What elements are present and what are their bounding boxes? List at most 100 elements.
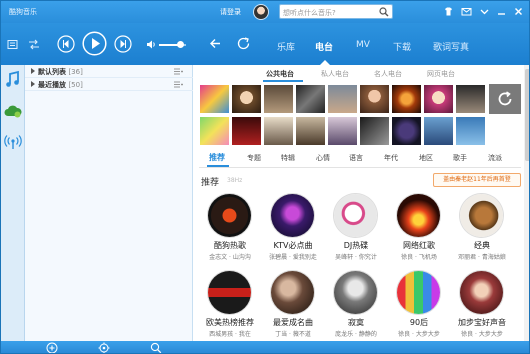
menu-icon[interactable] bbox=[479, 6, 490, 17]
category-artist[interactable]: 歌手 bbox=[453, 153, 467, 163]
cover-thumbnail[interactable] bbox=[391, 84, 422, 114]
category-recommended[interactable]: 推荐 bbox=[209, 152, 225, 163]
category-region[interactable]: 地区 bbox=[419, 153, 433, 163]
category-topics[interactable]: 专题 bbox=[247, 153, 261, 163]
station-cover[interactable] bbox=[460, 271, 503, 314]
cover-thumbnail[interactable] bbox=[295, 116, 326, 146]
station-cover[interactable] bbox=[334, 194, 377, 237]
promo-button[interactable]: 盖由秦老赵11年后再首登 bbox=[433, 173, 521, 187]
playlist-item[interactable]: 默认列表 [36] bbox=[25, 65, 193, 78]
music-note-icon[interactable] bbox=[1, 69, 25, 91]
tab-lyrics-photo[interactable]: 歌词写真 bbox=[433, 40, 469, 53]
volume-handle[interactable] bbox=[177, 41, 185, 48]
cover-thumbnail[interactable] bbox=[199, 116, 230, 146]
play-mode-icon[interactable] bbox=[28, 39, 40, 50]
list-menu-icon[interactable] bbox=[174, 68, 183, 75]
search-icon[interactable] bbox=[379, 7, 389, 17]
volume-icon[interactable] bbox=[146, 39, 157, 50]
subtab-web-radio[interactable]: 网页电台 bbox=[427, 69, 455, 79]
mail-icon[interactable] bbox=[461, 6, 472, 17]
station-name[interactable]: DJ热碟 bbox=[325, 240, 387, 251]
cloud-icon[interactable] bbox=[1, 101, 25, 123]
station-name[interactable]: KTV必点曲 bbox=[262, 240, 324, 251]
cover-thumbnail[interactable] bbox=[423, 84, 454, 114]
login-link[interactable]: 请登录 bbox=[220, 7, 241, 17]
station-card[interactable]: 欧美热榜推荐 西城男孩 · 我在 bbox=[199, 271, 261, 341]
tab-radio[interactable]: 电台 bbox=[315, 40, 333, 53]
station-name[interactable]: 经典 bbox=[451, 240, 513, 251]
cover-thumbnail[interactable] bbox=[199, 84, 230, 114]
radio-broadcast-icon[interactable] bbox=[1, 131, 25, 153]
station-name[interactable]: 最爱成名曲 bbox=[262, 317, 324, 328]
subtab-private-radio[interactable]: 私人电台 bbox=[321, 69, 349, 79]
cover-thumbnail[interactable] bbox=[455, 116, 486, 146]
station-card[interactable]: DJ热碟 吴峰轩 · 你究计 bbox=[325, 194, 387, 274]
station-cover[interactable] bbox=[334, 271, 377, 314]
cover-thumbnail[interactable] bbox=[327, 84, 358, 114]
subtab-celebrity-radio[interactable]: 名人电台 bbox=[374, 69, 402, 79]
station-card[interactable]: 网络红歌 徐良 · 飞机场 bbox=[388, 194, 450, 274]
cover-thumbnail[interactable] bbox=[359, 84, 390, 114]
expand-arrow-icon[interactable] bbox=[31, 81, 35, 87]
search-input[interactable]: 想听点什么音乐? bbox=[283, 8, 373, 18]
cover-thumbnail[interactable] bbox=[391, 116, 422, 146]
station-name[interactable]: 90后 bbox=[388, 317, 450, 328]
station-card[interactable]: KTV必点曲 张碧晨 · 爱我别走 bbox=[262, 194, 324, 274]
back-arrow-icon[interactable] bbox=[209, 37, 222, 50]
list-menu-icon[interactable] bbox=[174, 81, 183, 88]
station-card[interactable]: 加步宝好声音 徐良 · 大步大步 bbox=[451, 271, 513, 341]
station-cover[interactable] bbox=[460, 194, 503, 237]
station-cover[interactable] bbox=[208, 271, 251, 314]
minimize-icon[interactable] bbox=[496, 6, 507, 17]
previous-button[interactable] bbox=[57, 35, 75, 53]
station-cover[interactable] bbox=[271, 271, 314, 314]
next-button[interactable] bbox=[114, 35, 132, 53]
subtab-public-radio[interactable]: 公共电台 bbox=[266, 69, 294, 79]
station-cover[interactable] bbox=[208, 194, 251, 237]
cover-thumbnail[interactable] bbox=[263, 84, 294, 114]
cover-thumbnail[interactable] bbox=[231, 116, 262, 146]
station-card[interactable]: 最爱成名曲 丁当 · 薇不道 bbox=[262, 271, 324, 341]
station-cover[interactable] bbox=[397, 194, 440, 237]
tab-library[interactable]: 乐库 bbox=[277, 40, 295, 53]
station-name[interactable]: 网络红歌 bbox=[388, 240, 450, 251]
tab-mv[interactable]: MV bbox=[356, 40, 370, 50]
search-box[interactable]: 想听点什么音乐? bbox=[279, 4, 393, 19]
cover-thumbnail[interactable] bbox=[295, 84, 326, 114]
cover-thumbnail[interactable] bbox=[423, 116, 454, 146]
station-name[interactable]: 加步宝好声音 bbox=[451, 317, 513, 328]
category-genre[interactable]: 流派 bbox=[488, 153, 502, 163]
search-icon[interactable] bbox=[150, 342, 162, 354]
expand-arrow-icon[interactable] bbox=[31, 68, 35, 74]
cover-thumbnail[interactable] bbox=[231, 84, 262, 114]
cover-thumbnail[interactable] bbox=[263, 116, 294, 146]
playlist-item[interactable]: 最近播放 [50] bbox=[25, 78, 193, 91]
station-name[interactable]: 寂寞 bbox=[325, 317, 387, 328]
station-card[interactable]: 90后 徐良 · 大步大步 bbox=[388, 271, 450, 341]
category-specials[interactable]: 特辑 bbox=[281, 153, 295, 163]
station-cover[interactable] bbox=[271, 194, 314, 237]
close-icon[interactable] bbox=[513, 6, 524, 17]
category-language[interactable]: 语言 bbox=[349, 153, 363, 163]
station-name[interactable]: 欧美热榜推荐 bbox=[199, 317, 261, 328]
cover-thumbnail[interactable] bbox=[455, 84, 486, 114]
tab-download[interactable]: 下载 bbox=[393, 40, 411, 53]
station-card[interactable]: 经典 邓丽君 · 青海姑娘 bbox=[451, 194, 513, 274]
scrollbar-thumb[interactable] bbox=[525, 69, 529, 161]
avatar[interactable] bbox=[253, 4, 269, 20]
skin-icon[interactable] bbox=[443, 6, 454, 17]
play-button[interactable] bbox=[82, 31, 107, 56]
station-cover[interactable] bbox=[397, 271, 440, 314]
cover-thumbnail[interactable] bbox=[327, 116, 358, 146]
refresh-covers-button[interactable] bbox=[489, 84, 521, 114]
volume-slider[interactable] bbox=[159, 41, 186, 48]
station-name[interactable]: 酷狗热歌 bbox=[199, 240, 261, 251]
station-card[interactable]: 酷狗热歌 金志文 · 山沟沟 bbox=[199, 194, 261, 274]
lyrics-mode-icon[interactable] bbox=[7, 39, 18, 50]
station-card[interactable]: 寂寞 庞龙乐 · 静静的 bbox=[325, 271, 387, 341]
refresh-icon[interactable] bbox=[237, 37, 251, 50]
locate-icon[interactable] bbox=[98, 342, 110, 354]
category-mood[interactable]: 心情 bbox=[316, 153, 330, 163]
cover-thumbnail[interactable] bbox=[359, 116, 390, 146]
add-icon[interactable] bbox=[46, 342, 58, 354]
